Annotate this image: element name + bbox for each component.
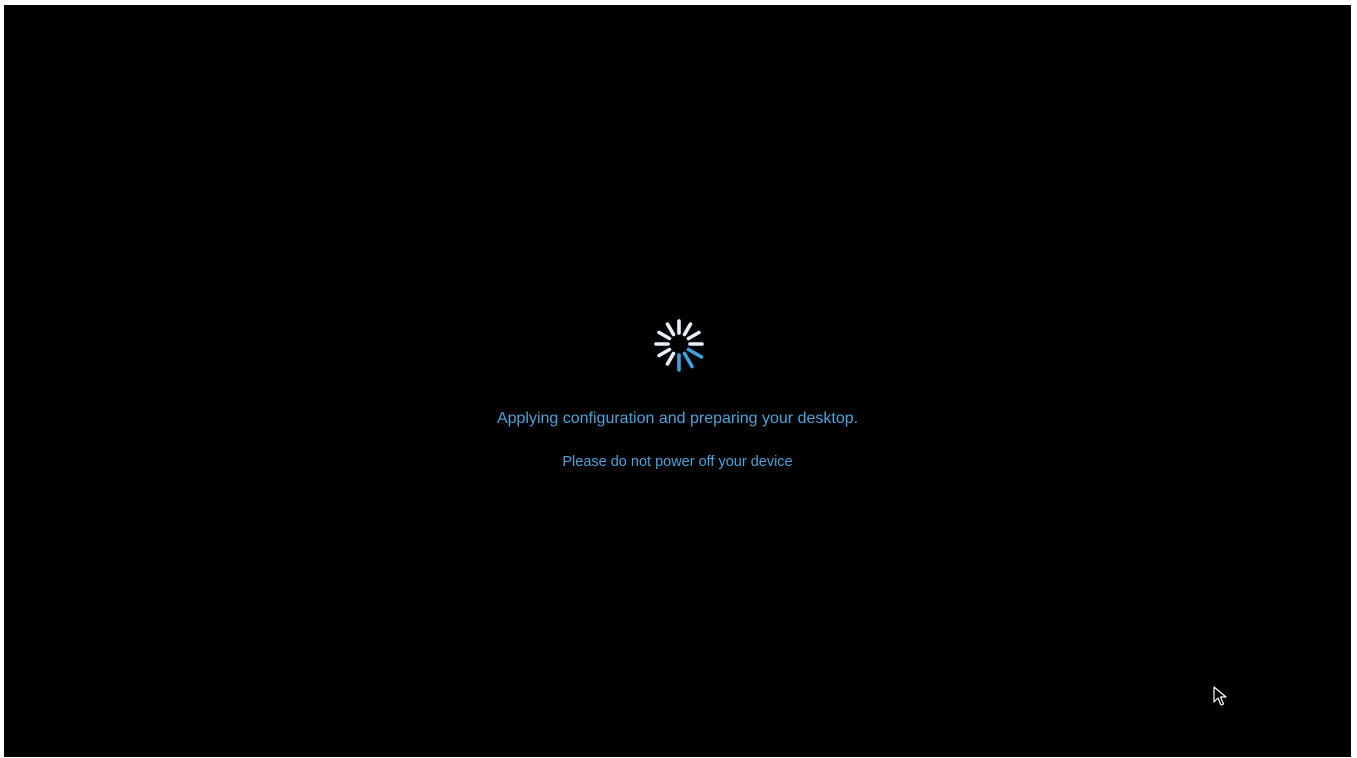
spinner-dash (686, 347, 704, 359)
spinner-dash (686, 330, 701, 341)
spinner-dash (657, 347, 672, 358)
spinner-dash (682, 322, 693, 337)
status-message: Applying configuration and preparing you… (496, 410, 859, 427)
spinner-dash (657, 330, 672, 341)
loading-spinner-icon (654, 319, 704, 372)
mouse-pointer-icon (1213, 686, 1227, 706)
spinner-dash (665, 322, 676, 337)
spinner-dash (682, 351, 694, 369)
power-warning: Please do not power off your device (562, 454, 793, 470)
loading-screen: Applying configuration and preparing you… (4, 5, 1351, 757)
spinner-dash (665, 351, 676, 366)
